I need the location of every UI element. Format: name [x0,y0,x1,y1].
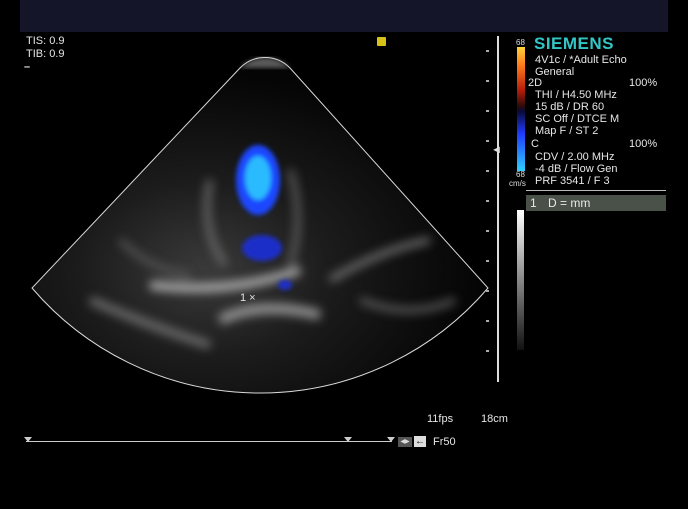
depth-tick [486,290,489,292]
cine-timeline[interactable] [26,441,392,442]
mode-2d-label: 2D [528,77,543,89]
measurement-result[interactable]: 1 D = mm [526,195,666,211]
info-2d-line: THI / H4.50 MHz [535,89,617,101]
depth-tick [486,320,489,322]
info-2d-line: 15 dB / DR 60 [535,101,605,113]
mode-c-percent: 100% [629,138,658,150]
scale-top-value: 68 [516,38,525,47]
depth-tick [486,80,489,82]
depth-tick [486,110,489,112]
focus-marker-icon[interactable]: ◄ [491,144,502,156]
info-2d-line: Map F / ST 2 [535,125,599,137]
mode-2d-percent: 100% [629,77,658,89]
measurement-label: D = mm [548,196,591,210]
depth-tick [486,170,489,172]
info-2d-line: SC Off / DTCE M [535,113,620,125]
info-c-line: -4 dB / Flow Gen [535,163,618,175]
info-c-line: CDV / 2.00 MHz [535,151,615,163]
info-c-line: PRF 3541 / F 3 [535,175,610,187]
depth-tick [486,50,489,52]
color-velocity-scale [517,47,525,171]
ultrasound-sector [31,56,489,394]
depth-tick [486,200,489,202]
cine-position-marker-icon[interactable] [344,437,352,442]
back-arrow-icon[interactable]: ← [414,436,426,447]
depth-tick [486,230,489,232]
depth-scale-bar [497,36,499,382]
frame-rate: 11fps [427,413,454,425]
mode-c-label: C [531,138,539,150]
measurement-index: 1 [530,196,537,210]
brand-logo: SIEMENS [534,34,615,53]
depth-tick [486,350,489,352]
depth-tick [486,140,489,142]
orientation-marker-icon [377,37,386,46]
cine-end-marker-icon[interactable] [387,437,395,442]
frame-number: Fr50 [433,436,456,448]
scale-bottom-value: 68 [516,170,525,179]
transducer-label: 4V1c / *Adult Echo [535,54,627,66]
cine-badge-icon[interactable]: ◀▶ [398,437,412,447]
scale-unit: cm/s [509,179,526,188]
depth-tick [486,260,489,262]
panel-divider [526,190,666,191]
depth-readout: 18cm [481,413,508,425]
grayscale-bar [517,210,524,350]
caliper-cursor[interactable]: 1 × [240,292,256,304]
cine-start-marker-icon[interactable] [24,437,32,442]
